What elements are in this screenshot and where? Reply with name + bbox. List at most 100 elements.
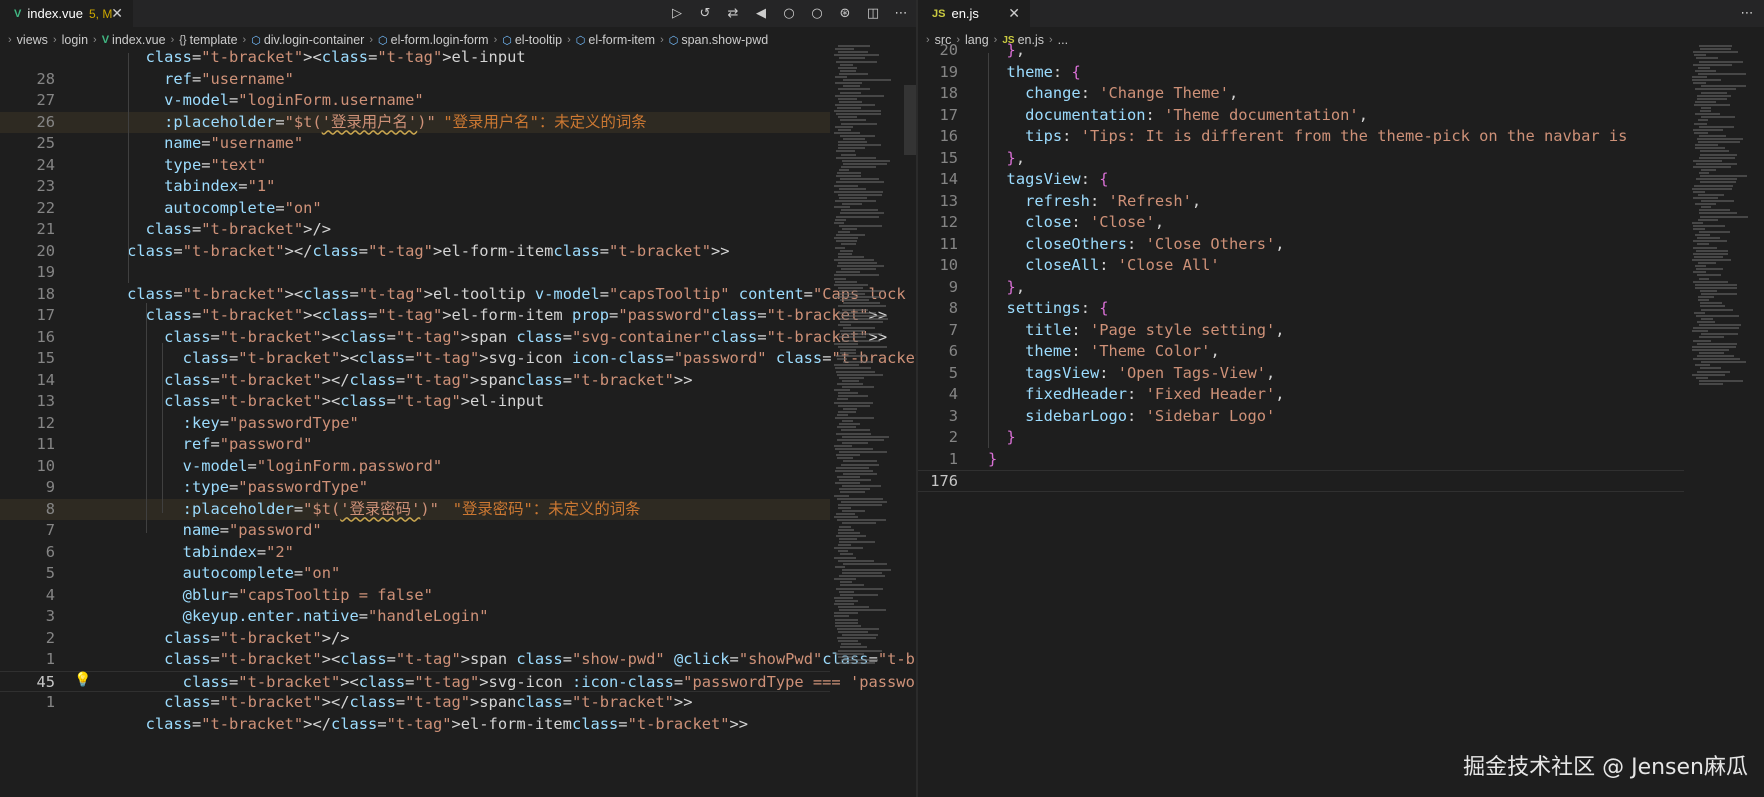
close-icon[interactable]: ✕ <box>1008 5 1020 22</box>
code-line[interactable]: 13 refresh: 'Refresh', <box>918 191 1684 213</box>
code-line[interactable]: 26 :placeholder="$t('登录用户名')" "登录用户名"：未定义… <box>0 111 830 133</box>
minimap[interactable] <box>830 45 900 797</box>
breadcrumb-item[interactable]: Vindex.vue <box>102 33 166 47</box>
split-editor-icon[interactable]: ◫ <box>864 5 882 23</box>
tab-index-vue[interactable]: V index.vue 5, M ✕ <box>0 0 133 27</box>
tab-en-js[interactable]: JS en.js ✕ <box>918 0 1030 27</box>
code-text: class="t-bracket"><class="t-tag">span cl… <box>164 650 918 668</box>
breadcrumb-item[interactable]: login <box>62 33 88 47</box>
code-line[interactable]: 23 tabindex="1" <box>0 176 830 198</box>
code-line[interactable]: 15 class="t-bracket"><class="t-tag">svg-… <box>0 348 918 370</box>
minimap-row <box>834 221 844 224</box>
code-line[interactable]: 14 class="t-bracket"></class="t-tag">spa… <box>0 370 830 392</box>
breadcrumb-item[interactable]: ⬡ el-form-item <box>576 33 655 47</box>
code-line[interactable]: 2 } <box>918 427 1684 449</box>
code-line[interactable]: 19 <box>0 262 830 284</box>
code-editor[interactable]: 20 }, 19 theme: {18 change: 'Change Theme… <box>918 41 1764 797</box>
code-line[interactable]: 16 tips: 'Tips: It is different from the… <box>918 126 1684 148</box>
code-line[interactable]: 18 change: 'Change Theme', <box>918 83 1684 105</box>
code-line[interactable]: 176 <box>918 470 1684 492</box>
code-line[interactable]: 11 closeOthers: 'Close Others', <box>918 234 1684 256</box>
minimap-row <box>841 643 861 646</box>
code-editor[interactable]: class="t-bracket"><class="t-tag">el-inpu… <box>0 48 918 797</box>
code-line[interactable]: 20 }, <box>918 40 1684 62</box>
code-line[interactable]: 4 fixedHeader: 'Fixed Header', <box>918 384 1684 406</box>
minimap-row <box>837 382 863 385</box>
code-line[interactable]: 19 theme: { <box>918 62 1684 84</box>
code-line[interactable]: 10 closeAll: 'Close All' <box>918 255 1684 277</box>
more-icon[interactable]: ⋯ <box>1738 5 1756 23</box>
minimap-row <box>840 178 879 181</box>
code-line[interactable]: 16 class="t-bracket"><class="t-tag">span… <box>0 327 887 349</box>
breadcrumb-item[interactable]: ⬡ span.show-pwd <box>669 33 768 47</box>
code-line[interactable]: 5 autocomplete="on" <box>0 563 830 585</box>
code-text: class="t-bracket"><class="t-tag">el-inpu… <box>164 392 545 410</box>
code-text: tabindex="1" <box>164 177 276 195</box>
code-line[interactable]: 12 :key="passwordType" <box>0 413 830 435</box>
minimap-row <box>838 550 848 553</box>
code-line[interactable]: 3 sidebarLogo: 'Sidebar Logo' <box>918 406 1684 428</box>
breadcrumb-item[interactable]: views <box>17 33 48 47</box>
code-line[interactable]: 4 @blur="capsTooltip = false" <box>0 585 830 607</box>
code-line[interactable]: 11 ref="password" <box>0 434 830 456</box>
minimap-row <box>1693 327 1739 330</box>
code-line[interactable]: 2 class="t-bracket">/> <box>0 628 830 650</box>
lightbulb-icon[interactable]: 💡 <box>74 672 91 688</box>
breadcrumb-item[interactable]: ⬡ el-form.login-form <box>378 33 489 47</box>
code-line[interactable]: 14 tagsView: { <box>918 169 1684 191</box>
minimap-row <box>1696 249 1728 252</box>
code-line[interactable]: 24 type="text" <box>0 155 830 177</box>
breadcrumb-item[interactable]: {} template <box>179 33 237 47</box>
code-line[interactable]: 22 autocomplete="on" <box>0 198 830 220</box>
history-icon[interactable]: ↺ <box>696 5 714 23</box>
code-line[interactable]: 12 close: 'Close', <box>918 212 1684 234</box>
code-line[interactable]: 6 theme: 'Theme Color', <box>918 341 1684 363</box>
go-back-icon[interactable]: ◀ <box>752 5 770 23</box>
code-line[interactable]: 45 class="t-bracket"><class="t-tag">svg-… <box>0 670 918 692</box>
code-line[interactable]: 5 tagsView: 'Open Tags-View', <box>918 363 1684 385</box>
minimap-row <box>838 528 854 531</box>
code-line[interactable]: 1} <box>918 449 1684 471</box>
code-line[interactable]: 18 class="t-bracket"><class="t-tag">el-t… <box>0 284 918 306</box>
more-icon[interactable]: ⋯ <box>892 5 910 23</box>
code-line[interactable]: 13 class="t-bracket"><class="t-tag">el-i… <box>0 391 830 413</box>
code-line[interactable]: 6 tabindex="2" <box>0 542 830 564</box>
code-line[interactable]: 8 settings: { <box>918 298 1684 320</box>
code-line[interactable]: 17 class="t-bracket"><class="t-tag">el-f… <box>0 305 887 327</box>
minimap-row <box>1693 63 1732 66</box>
circle-icon[interactable]: ○ <box>808 5 826 23</box>
code-line[interactable]: 3 @keyup.enter.native="handleLogin" <box>0 606 830 628</box>
code-line[interactable]: 15 }, <box>918 148 1684 170</box>
close-icon[interactable]: ✕ <box>111 5 123 22</box>
code-line[interactable]: 20 class="t-bracket"></class="t-tag">el-… <box>0 241 830 263</box>
code-line[interactable]: 9 :type="passwordType" <box>0 477 830 499</box>
line-number: 9 <box>45 478 55 496</box>
code-line[interactable]: 17 documentation: 'Theme documentation', <box>918 105 1684 127</box>
code-line[interactable]: 7 title: 'Page style setting', <box>918 320 1684 342</box>
code-line[interactable]: 8 :placeholder="$t('登录密码')" "登录密码"：未定义的词条 <box>0 498 830 520</box>
run-icon[interactable]: ▷ <box>668 5 686 23</box>
code-line[interactable]: 28 ref="username" <box>0 69 830 91</box>
code-line[interactable]: class="t-bracket"><class="t-tag">el-inpu… <box>0 47 830 69</box>
code-line[interactable]: 1 class="t-bracket"></class="t-tag">span… <box>0 692 830 714</box>
code-line[interactable]: 25 name="username" <box>0 133 830 155</box>
tab-label: index.vue <box>27 6 83 21</box>
minimap[interactable] <box>1688 45 1758 797</box>
code-line[interactable]: 7 name="password" <box>0 520 830 542</box>
git-lens-icon[interactable]: ⊛ <box>836 5 854 23</box>
minimap-row <box>839 575 885 578</box>
breadcrumb-item[interactable]: ⬡ div.login-container <box>251 33 364 47</box>
code-line[interactable]: 1 class="t-bracket"><class="t-tag">span … <box>0 649 918 671</box>
minimap-row <box>1697 97 1727 100</box>
code-line[interactable]: class="t-bracket"></class="t-tag">el-for… <box>0 714 830 736</box>
breadcrumb-item[interactable]: ⬡ el-tooltip <box>502 33 562 47</box>
code-line[interactable]: 21 class="t-bracket">/> <box>0 219 830 241</box>
git-compare-icon[interactable]: ⇄ <box>724 5 742 23</box>
minimap-row <box>834 556 856 559</box>
minimap-row <box>835 417 874 419</box>
code-line[interactable]: 27 v-model="loginForm.username" <box>0 90 830 112</box>
circle-icon[interactable]: ○ <box>780 5 798 23</box>
minimap-row <box>1697 320 1715 323</box>
code-line[interactable]: 10 v-model="loginForm.password" <box>0 456 830 478</box>
code-line[interactable]: 9 }, <box>918 277 1684 299</box>
